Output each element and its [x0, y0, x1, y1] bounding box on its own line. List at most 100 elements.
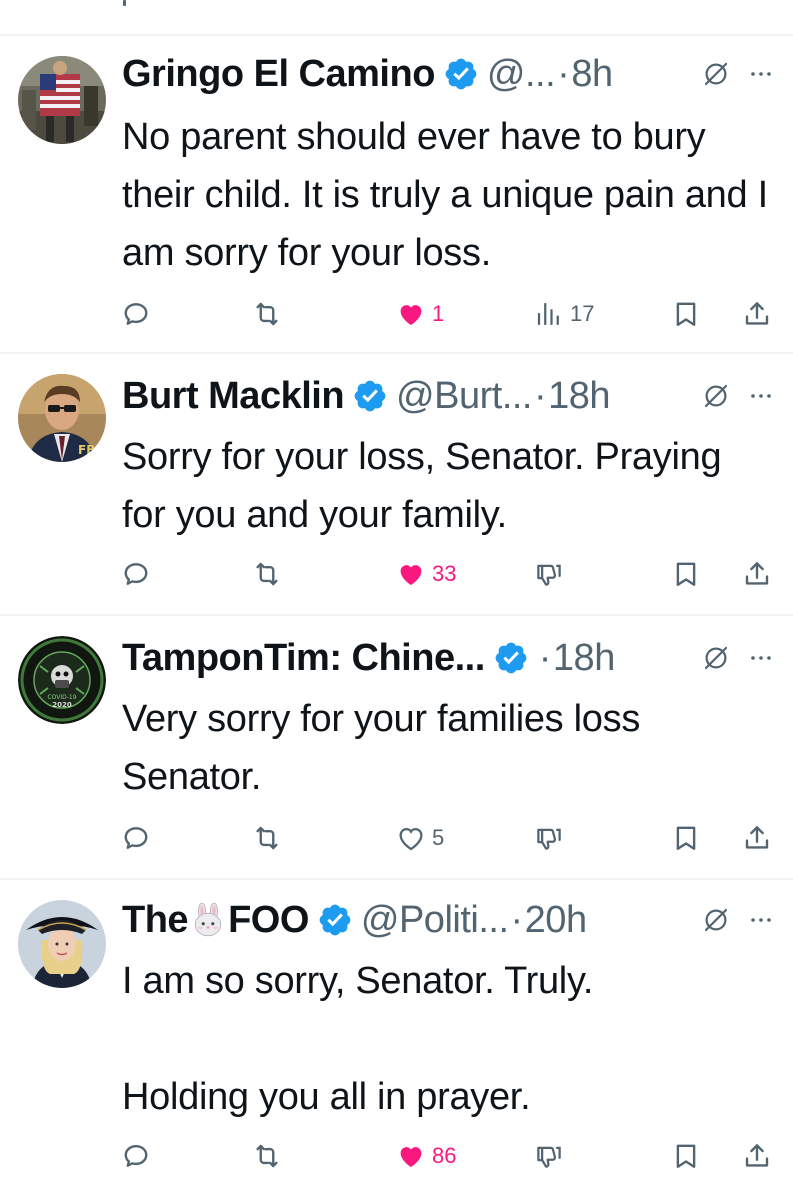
- tweet-item[interactable]: The FOO @Politi... · 20h I am so sorry, …: [0, 880, 793, 1199]
- like-button[interactable]: 86: [396, 1136, 456, 1176]
- verified-badge-icon[interactable]: [352, 378, 388, 414]
- retweet-button[interactable]: [252, 294, 282, 334]
- reply-bubble-icon: [121, 823, 151, 853]
- user-handle[interactable]: @Burt...: [396, 375, 532, 418]
- separator-dot: ·: [510, 898, 524, 941]
- share-icon: [742, 1141, 772, 1171]
- verified-badge-icon[interactable]: [317, 902, 353, 938]
- header-actions: [701, 50, 773, 98]
- bookmark-icon: [671, 299, 701, 329]
- share-button[interactable]: [742, 1136, 772, 1176]
- timestamp[interactable]: 18h: [553, 637, 615, 680]
- bookmark-icon: [671, 1141, 701, 1171]
- bookmark-button[interactable]: [671, 818, 701, 858]
- slashed-circle-icon[interactable]: [701, 59, 731, 89]
- slashed-circle-icon[interactable]: [701, 905, 731, 935]
- action-bar: 86: [0, 1136, 793, 1176]
- bookmark-button[interactable]: [671, 1136, 701, 1176]
- downvote-button[interactable]: [534, 818, 564, 858]
- rabbit-face-emoji: [190, 902, 226, 938]
- like-count: 5: [432, 825, 445, 850]
- display-name[interactable]: TamponTim: Chine...: [122, 637, 485, 680]
- share-icon: [742, 823, 772, 853]
- retweet-button[interactable]: [252, 554, 282, 594]
- tweet-item[interactable]: Gringo El Camino @... · 8h No parent sho…: [0, 36, 793, 352]
- retweet-icon: [252, 559, 282, 589]
- like-button[interactable]: 33: [396, 554, 456, 594]
- avatar[interactable]: FBI: [18, 374, 106, 462]
- tweet-text: Very sorry for your families loss Senato…: [122, 698, 641, 798]
- display-name-suffix[interactable]: FOO: [228, 899, 309, 942]
- share-button[interactable]: [742, 294, 772, 334]
- reply-button[interactable]: [121, 1136, 151, 1176]
- heart-icon: [396, 299, 426, 329]
- like-count: 33: [432, 561, 457, 586]
- share-icon: [742, 299, 772, 329]
- tweet-text: I am so sorry, Senator. Truly. Holding y…: [122, 960, 594, 1118]
- tweet-header: TamponTim: Chine... · 18h: [122, 634, 793, 682]
- avatar[interactable]: [18, 900, 106, 988]
- downvote-button[interactable]: [534, 1136, 564, 1176]
- views-count: 17: [570, 301, 595, 326]
- share-button[interactable]: [742, 818, 772, 858]
- views-button[interactable]: 17: [534, 294, 594, 334]
- svg-text:2020: 2020: [52, 701, 72, 709]
- tweet-item[interactable]: COVID-19 2020 TamponTim: Chine... · 18h …: [0, 616, 793, 878]
- tweet-item[interactable]: FBI Burt Macklin @Burt... · 18h Sorry fo…: [0, 354, 793, 614]
- views-bars-icon: [534, 299, 564, 329]
- slashed-circle-icon[interactable]: [701, 643, 731, 673]
- tweet-header: The FOO @Politi... · 20h: [122, 896, 793, 944]
- heart-icon: [396, 1141, 426, 1171]
- slashed-circle-icon[interactable]: [701, 381, 731, 411]
- reply-button[interactable]: [121, 818, 151, 858]
- like-count: 1: [432, 301, 445, 326]
- reply-button[interactable]: [121, 294, 151, 334]
- avatar[interactable]: [18, 56, 106, 144]
- display-name[interactable]: Gringo El Camino: [122, 53, 435, 96]
- heart-icon: [396, 823, 426, 853]
- action-bar: 33: [0, 554, 793, 594]
- user-handle[interactable]: @...: [487, 53, 556, 96]
- svg-text:FBI: FBI: [78, 443, 100, 457]
- share-icon: [742, 559, 772, 589]
- bookmark-button[interactable]: [671, 554, 701, 594]
- like-button[interactable]: 1: [396, 294, 444, 334]
- more-dots-icon[interactable]: [749, 59, 773, 89]
- retweet-button[interactable]: [252, 1136, 282, 1176]
- avatar-covid-badge-image: COVID-19 2020: [18, 636, 106, 724]
- thumbs-down-icon: [534, 1141, 564, 1171]
- timestamp[interactable]: 8h: [571, 53, 613, 96]
- thread-line: [123, 0, 126, 6]
- retweet-button[interactable]: [252, 818, 282, 858]
- user-handle[interactable]: @Politi...: [361, 899, 509, 942]
- bookmark-button[interactable]: [671, 294, 701, 334]
- tweet-text: No parent should ever have to bury their…: [122, 116, 768, 274]
- header-actions: [701, 634, 773, 682]
- tweet-header: Burt Macklin @Burt... · 18h: [122, 372, 793, 420]
- svg-text:COVID-19: COVID-19: [47, 694, 76, 701]
- share-button[interactable]: [742, 554, 772, 594]
- reply-bubble-icon: [121, 559, 151, 589]
- bookmark-icon: [671, 559, 701, 589]
- downvote-button[interactable]: [534, 554, 564, 594]
- header-actions: [701, 372, 773, 420]
- display-name-prefix[interactable]: The: [122, 899, 189, 942]
- bookmark-icon: [671, 823, 701, 853]
- verified-badge-icon[interactable]: [493, 640, 529, 676]
- retweet-icon: [252, 823, 282, 853]
- avatar-fbi-agent-image: FBI: [18, 374, 106, 462]
- avatar[interactable]: COVID-19 2020: [18, 636, 106, 724]
- reply-bubble-icon: [121, 299, 151, 329]
- display-name[interactable]: Burt Macklin: [122, 375, 345, 418]
- timestamp[interactable]: 18h: [548, 375, 610, 418]
- avatar-tricorn-hat-woman-image: [18, 900, 106, 988]
- more-dots-icon[interactable]: [749, 643, 773, 673]
- more-dots-icon[interactable]: [749, 905, 773, 935]
- like-button[interactable]: 5: [396, 818, 444, 858]
- separator-dot: ·: [538, 636, 552, 679]
- timestamp[interactable]: 20h: [525, 899, 587, 942]
- more-dots-icon[interactable]: [749, 381, 773, 411]
- reply-bubble-icon: [121, 1141, 151, 1171]
- verified-badge-icon[interactable]: [443, 56, 479, 92]
- reply-button[interactable]: [121, 554, 151, 594]
